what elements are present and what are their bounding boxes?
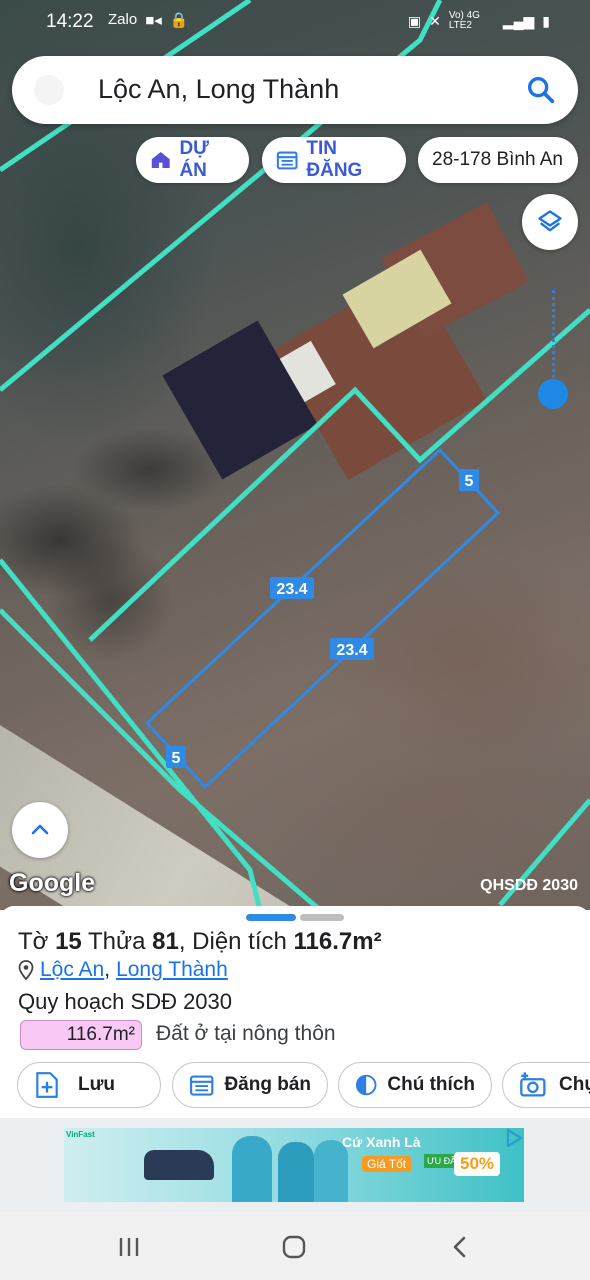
status-time: 14:22 <box>46 11 94 32</box>
search-icon[interactable] <box>524 73 558 107</box>
search-bar[interactable]: Lộc An, Long Thành <box>12 56 578 124</box>
location-separator: , <box>104 958 111 981</box>
post-sale-button[interactable]: Đăng bán <box>172 1062 328 1108</box>
video-camera-icon: ■◂ <box>145 12 162 29</box>
info-sheet: Tờ 15 Thửa 81, Diện tích 116.7m² Lộc An,… <box>0 906 590 1118</box>
save-label: Lưu <box>78 1074 115 1095</box>
chevron-up-icon <box>31 824 49 835</box>
status-bar: 14:22 Zalo ■◂ 🔒 ▣ ✕ Vo) 4G LTE2 ▂▄▆ ▮ <box>0 0 590 44</box>
app-logo-icon <box>34 75 64 105</box>
location-line: Lộc An, Long Thành <box>18 958 228 982</box>
sheet-handle[interactable] <box>300 914 344 921</box>
back-icon <box>453 1236 466 1258</box>
signal-text: Vo) 4G LTE2 <box>448 10 480 31</box>
area-value: 116.7m² <box>293 928 382 955</box>
chip-label: 28-178 Bình An <box>432 149 563 170</box>
system-nav-bar <box>0 1212 590 1280</box>
calendar-list-icon <box>190 1075 214 1096</box>
chip-label: TIN ĐĂNG <box>306 138 363 181</box>
ad-subtitle: Giá Tốt <box>362 1156 412 1172</box>
ad-creative[interactable]: VinFast Cứ Xanh Là Giá Tốt ƯU ĐÃI 50% <box>64 1128 524 1202</box>
legend-label: Chú thích <box>387 1074 475 1095</box>
opacity-slider-thumb[interactable] <box>538 379 568 409</box>
selected-parcel <box>144 447 501 790</box>
recent-apps-button[interactable] <box>112 1230 146 1264</box>
recent-apps-icon <box>119 1238 139 1256</box>
land-type: Đất ở tại nông thôn <box>156 1022 336 1045</box>
home-button[interactable] <box>277 1230 311 1264</box>
location-pin-icon <box>18 960 34 980</box>
boundary-line <box>88 308 590 642</box>
capture-label: Chụp <box>559 1074 590 1095</box>
ad-title: Cứ Xanh Là <box>342 1134 421 1150</box>
battery-icon: ▮ <box>542 12 550 29</box>
sheet-number: 15 <box>55 928 82 955</box>
chip-location[interactable]: 28-178 Bình An <box>418 137 578 183</box>
google-attribution: Google <box>9 869 96 897</box>
parcel-prefix: Tờ <box>18 928 56 955</box>
ad-person-image <box>232 1136 272 1202</box>
ad-choices-icon[interactable] <box>504 1128 524 1148</box>
plan-title: Quy hoạch SDĐ 2030 <box>18 989 233 1014</box>
expand-up-button[interactable] <box>12 802 68 858</box>
layers-button[interactable] <box>522 194 578 250</box>
parcel-mid: Thửa <box>81 928 153 955</box>
ad-banner[interactable]: VinFast Cứ Xanh Là Giá Tốt ƯU ĐÃI 50% <box>0 1118 590 1212</box>
post-sale-label: Đăng bán <box>224 1074 311 1095</box>
save-button[interactable]: Lưu <box>17 1062 161 1108</box>
mute-icon: ✕ <box>429 12 441 29</box>
plan-area-badge: 116.7m² <box>20 1020 142 1050</box>
app-screen: 5 23.4 23.4 5 14:22 Zalo ■◂ 🔒 ▣ ✕ Vo) 4G… <box>0 0 590 1280</box>
house-icon <box>151 151 170 169</box>
parcel-number: 81 <box>152 928 179 955</box>
calendar-list-icon <box>276 151 298 170</box>
ad-car-image <box>144 1150 214 1180</box>
chip-label: DỰ ÁN <box>179 138 209 181</box>
home-icon <box>282 1235 306 1259</box>
zalo-icon: Zalo <box>108 11 138 28</box>
battery-saver-icon: ▣ <box>407 12 422 29</box>
edge-label-boxes <box>166 469 479 768</box>
satellite-map[interactable]: 5 23.4 23.4 5 14:22 Zalo ■◂ 🔒 ▣ ✕ Vo) 4G… <box>0 0 590 910</box>
ad-brand: VinFast <box>66 1130 95 1139</box>
district-link[interactable]: Long Thành <box>116 958 228 982</box>
layer-name: QHSDĐ 2030 <box>480 877 578 894</box>
edge-label: 23.4 <box>336 642 367 659</box>
lock-icon: 🔒 <box>169 12 189 29</box>
add-photo-icon <box>520 1072 546 1097</box>
commune-link[interactable]: Lộc An <box>40 958 104 982</box>
chip-tin-dang[interactable]: TIN ĐĂNG <box>262 137 406 183</box>
sheet-handle-active[interactable] <box>246 914 296 921</box>
ad-person-image <box>278 1142 314 1202</box>
signal-icon: ▂▄▆ <box>502 12 535 29</box>
layers-icon <box>538 210 562 232</box>
add-document-icon <box>36 1072 58 1098</box>
parcel-info: Tờ 15 Thửa 81, Diện tích 116.7m² <box>18 928 382 956</box>
opacity-slider-track[interactable] <box>552 290 555 390</box>
back-button[interactable] <box>443 1230 477 1264</box>
chip-du-an[interactable]: DỰ ÁN <box>136 137 249 183</box>
edge-label: 5 <box>172 750 181 767</box>
edge-label: 23.4 <box>276 581 307 598</box>
search-query[interactable]: Lộc An, Long Thành <box>98 74 339 105</box>
status-left-icons: Zalo ■◂ 🔒 <box>108 11 188 29</box>
capture-button[interactable]: Chụp <box>502 1062 590 1108</box>
ad-discount: 50% <box>454 1152 501 1176</box>
edge-label: 5 <box>465 473 474 490</box>
area-prefix: , Diện tích <box>178 928 294 955</box>
status-right-icons: ▣ ✕ Vo) 4G LTE2 ▂▄▆ ▮ <box>408 11 550 31</box>
legend-button[interactable]: Chú thích <box>338 1062 492 1108</box>
contrast-icon <box>355 1074 377 1096</box>
